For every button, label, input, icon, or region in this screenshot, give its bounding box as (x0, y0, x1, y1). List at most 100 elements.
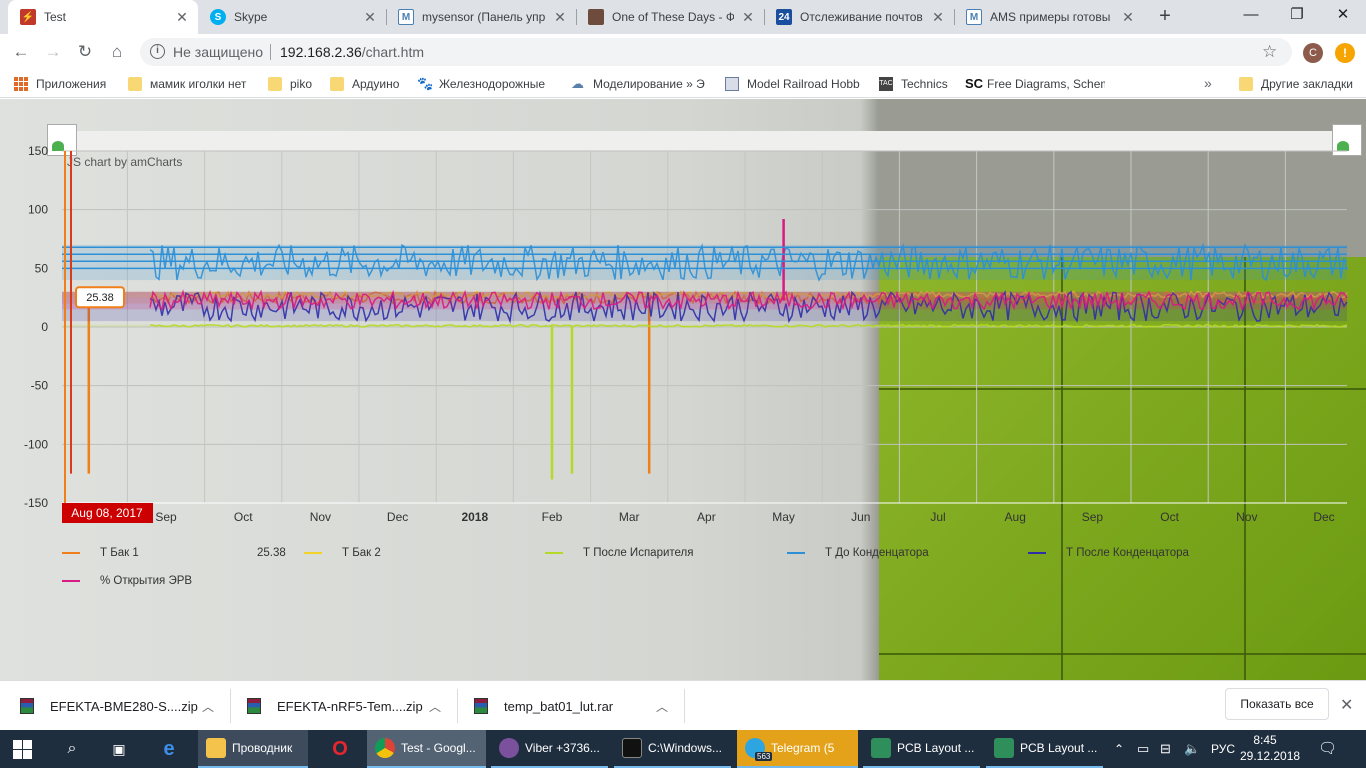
downloads-bar: EFEKTA-BME280-S....zip ︿ EFEKTA-nRF5-Tem… (0, 680, 1366, 730)
close-downloads-icon[interactable]: ✕ (1340, 695, 1353, 715)
x-tick-label: Oct (234, 510, 253, 524)
url-path: /chart.htm (361, 44, 424, 60)
bookmark-free-diagrams[interactable]: SC Free Diagrams, Schem (965, 75, 1105, 93)
tab-label: Skype (234, 10, 268, 24)
close-tab-icon[interactable]: ✕ (930, 9, 946, 26)
legend-swatch (787, 552, 805, 554)
tac-icon: TAC (879, 77, 893, 91)
close-tab-icon[interactable]: ✕ (740, 9, 756, 26)
taskbar-app-explorer[interactable]: Проводник (198, 730, 308, 768)
viber-icon (499, 738, 519, 758)
close-tab-icon[interactable]: ✕ (1120, 9, 1136, 26)
tray-device-icon[interactable]: ▭ (1137, 730, 1149, 768)
apps-icon (14, 77, 28, 91)
restore-button[interactable]: ❐ (1274, 0, 1320, 30)
tab-one-of-these-days[interactable]: One of These Days - Фа ✕ (576, 0, 764, 34)
download-item[interactable]: EFEKTA-nRF5-Tem....zip ︿ (247, 681, 452, 731)
taskbar-app-pcb-1[interactable]: PCB Layout ... (863, 730, 980, 768)
edge-icon[interactable]: e (157, 737, 181, 761)
bookmark-folder-piko[interactable]: piko (268, 75, 312, 93)
download-item[interactable]: EFEKTA-BME280-S....zip ︿ (20, 681, 225, 731)
close-window-button[interactable]: ✕ (1320, 0, 1366, 30)
tab-test[interactable]: ⚡ Test ✕ (8, 0, 198, 34)
bookmark-technics[interactable]: TAC Technics (879, 75, 948, 93)
legend-item[interactable]: Т После Испарителя (545, 547, 693, 559)
reload-button[interactable]: ↻ (74, 41, 96, 63)
bookmark-label: Железнодорожные (439, 77, 546, 91)
legend-item[interactable]: Т До Конденцатора (787, 547, 929, 559)
bookmark-label: Ардуино (352, 77, 400, 91)
bookmark-folder-mamik[interactable]: мамик иголки нет (128, 75, 258, 93)
x-tick-label: Sep (155, 510, 177, 524)
legend-item[interactable]: Т Бак 1 (62, 547, 139, 559)
legend-item[interactable]: % Открытия ЭРВ (62, 575, 192, 587)
legend-item[interactable]: Т После Конденцатора (1028, 547, 1189, 559)
profile-avatar[interactable]: C (1303, 43, 1323, 63)
y-tick-label: 50 (35, 261, 49, 275)
close-tab-icon[interactable]: ✕ (174, 9, 190, 26)
url-text[interactable]: 192.168.2.36/chart.htm (280, 44, 424, 60)
bookmark-apps[interactable]: Приложения (14, 75, 106, 93)
tab-ams[interactable]: M AMS примеры готовы ✕ (954, 0, 1144, 34)
legend-item[interactable]: Т Бак 2 (304, 547, 381, 559)
bookmarks-bar: Приложения мамик иголки нет piko Ардуино… (0, 70, 1366, 98)
search-icon[interactable]: ⌕ (60, 737, 84, 761)
chevron-up-icon[interactable]: ︿ (429, 698, 441, 715)
telegram-badge: 563 (755, 752, 773, 761)
task-view-icon[interactable]: ▣ (107, 737, 131, 761)
y-tick-label: 150 (28, 144, 48, 158)
taskbar-app-label: C:\Windows... (648, 741, 723, 755)
taskbar-app-pcb-2[interactable]: PCB Layout ... (986, 730, 1103, 768)
folder-icon (128, 77, 142, 91)
chevron-up-icon[interactable]: ︿ (202, 698, 214, 715)
taskbar-app-viber[interactable]: Viber +3736... (491, 730, 608, 768)
legend-label: Т После Испарителя (583, 547, 694, 559)
windows-start-icon[interactable] (13, 740, 32, 759)
back-button[interactable]: ← (10, 41, 32, 63)
bookmark-label: Приложения (36, 77, 107, 91)
chevron-up-icon[interactable]: ︿ (656, 698, 668, 715)
tab-skype[interactable]: S Skype ✕ (198, 0, 386, 34)
address-bar[interactable]: i Не защищено 192.168.2.36/chart.htm ☆ (140, 38, 1292, 66)
more-bookmarks-button[interactable]: » (1204, 75, 1212, 91)
bookmark-other[interactable]: Другие закладки (1239, 75, 1353, 93)
bookmark-star-icon[interactable]: ☆ (1262, 42, 1277, 62)
x-tick-label: Aug (1005, 510, 1026, 524)
volume-icon[interactable]: 🔈 (1184, 730, 1200, 768)
pcb-icon (994, 738, 1014, 758)
taskbar-clock[interactable]: 8:45 29.12.2018 (1240, 732, 1300, 764)
tab-tracking[interactable]: 24 Отслеживание почтов ✕ (764, 0, 954, 34)
chart-series (62, 219, 1348, 480)
forward-button[interactable]: → (42, 41, 64, 63)
download-item[interactable]: temp_bat01_lut.rar ︿ (474, 681, 679, 731)
chart-credit[interactable]: JS chart by amCharts (67, 155, 182, 169)
show-all-downloads-button[interactable]: Показать все (1225, 688, 1329, 720)
new-tab-button[interactable]: + (1153, 5, 1177, 29)
bookmark-model-railroad[interactable]: Model Railroad Hobb (725, 75, 863, 93)
download-separator (230, 689, 231, 723)
bookmark-folder-arduino[interactable]: Ардуино (330, 75, 399, 93)
network-icon[interactable]: ⊟ (1160, 730, 1171, 768)
minimize-button[interactable]: — (1228, 0, 1274, 30)
line-chart[interactable]: 150 100 50 0 -50 -100 -150 Sep Oct Nov Dec 2018 Feb… (0, 99, 1366, 680)
notifications-icon[interactable]: 🗨 (1318, 730, 1337, 768)
close-tab-icon[interactable]: ✕ (362, 9, 378, 26)
taskbar-app-telegram[interactable]: Telegram (5 563 (737, 730, 858, 768)
close-tab-icon[interactable]: ✕ (552, 9, 568, 26)
windows-taskbar: ⌕ ▣ e Проводник O Test - Googl... Viber … (0, 730, 1366, 768)
bookmark-modeling[interactable]: ☁ Моделирование » Э (571, 75, 707, 93)
tray-expand-icon[interactable]: ⌃ (1114, 730, 1124, 768)
taskbar-app-label: Viber +3736... (525, 741, 600, 755)
tab-mysensor[interactable]: M mysensor (Панель упр ✕ (386, 0, 576, 34)
download-filename: temp_bat01_lut.rar (504, 698, 614, 714)
bookmark-railway[interactable]: 🐾 Железнодорожные (417, 75, 555, 93)
opera-icon[interactable]: O (328, 737, 352, 761)
info-icon[interactable]: i (150, 44, 165, 59)
update-alert-icon[interactable]: ! (1335, 43, 1355, 63)
legend-swatch (304, 552, 322, 554)
home-button[interactable]: ⌂ (106, 41, 128, 63)
taskbar-app-cmd[interactable]: C:\Windows... (614, 730, 731, 768)
taskbar-app-chrome[interactable]: Test - Googl... (367, 730, 486, 768)
language-indicator[interactable]: РУС (1211, 730, 1235, 768)
legend-label: Т Бак 2 (342, 547, 381, 559)
